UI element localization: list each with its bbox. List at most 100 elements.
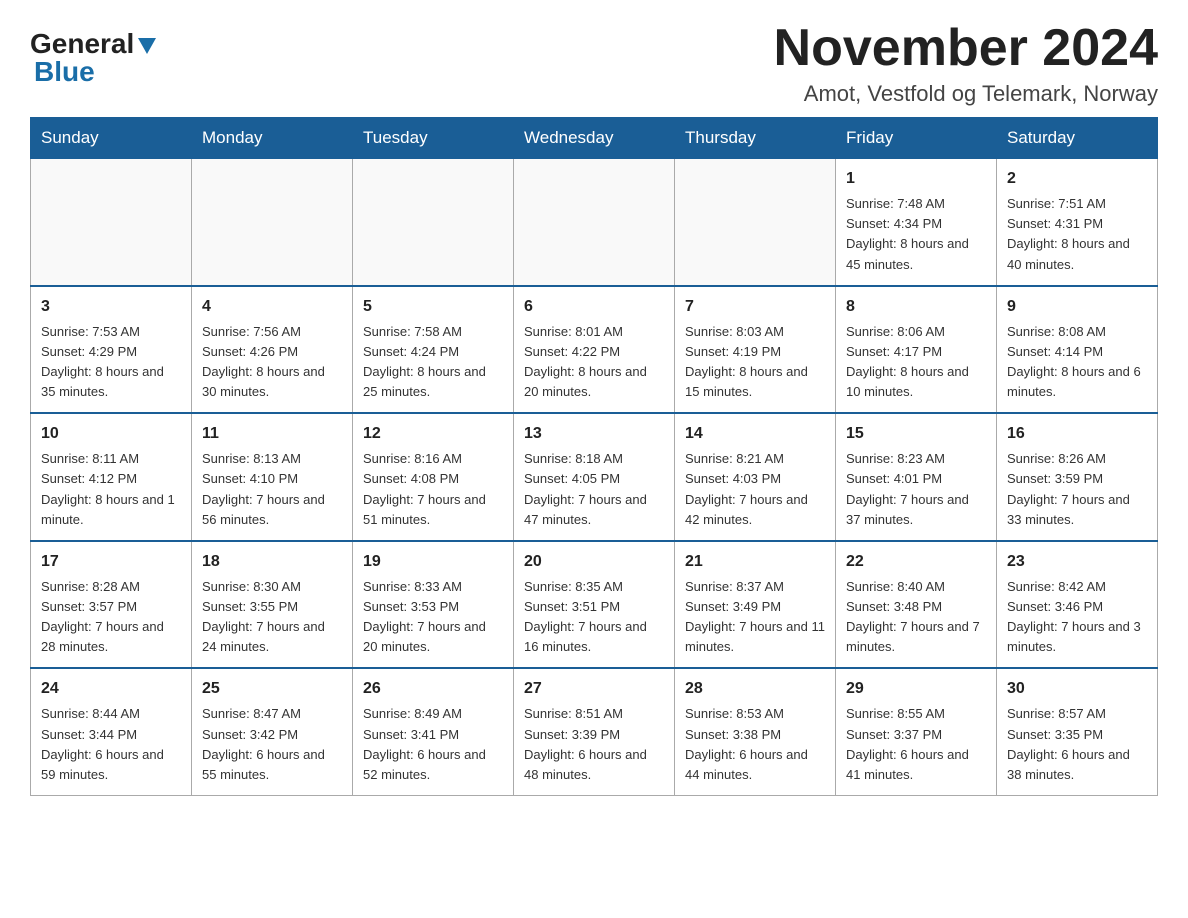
calendar-cell	[192, 159, 353, 286]
calendar-week-row: 10 Sunrise: 8:11 AMSunset: 4:12 PMDayligh…	[31, 413, 1158, 541]
calendar-week-row: 3 Sunrise: 7:53 AMSunset: 4:29 PMDaylight…	[31, 286, 1158, 414]
day-number: 14	[685, 422, 825, 446]
day-info: Sunrise: 8:47 AMSunset: 3:42 PMDaylight:…	[202, 706, 325, 781]
day-info: Sunrise: 8:57 AMSunset: 3:35 PMDaylight:…	[1007, 706, 1130, 781]
calendar-cell: 9 Sunrise: 8:08 AMSunset: 4:14 PMDaylight…	[997, 286, 1158, 414]
day-number: 24	[41, 677, 181, 701]
calendar-cell: 11 Sunrise: 8:13 AMSunset: 4:10 PMDayligh…	[192, 413, 353, 541]
day-info: Sunrise: 8:18 AMSunset: 4:05 PMDaylight:…	[524, 451, 647, 526]
day-info: Sunrise: 7:58 AMSunset: 4:24 PMDaylight:…	[363, 324, 486, 399]
calendar-cell: 29 Sunrise: 8:55 AMSunset: 3:37 PMDayligh…	[836, 668, 997, 795]
logo-general-text: General	[30, 30, 134, 58]
calendar-cell: 10 Sunrise: 8:11 AMSunset: 4:12 PMDayligh…	[31, 413, 192, 541]
day-info: Sunrise: 8:26 AMSunset: 3:59 PMDaylight:…	[1007, 451, 1130, 526]
day-info: Sunrise: 7:51 AMSunset: 4:31 PMDaylight:…	[1007, 196, 1130, 271]
calendar-cell: 26 Sunrise: 8:49 AMSunset: 3:41 PMDayligh…	[353, 668, 514, 795]
calendar-cell: 4 Sunrise: 7:56 AMSunset: 4:26 PMDaylight…	[192, 286, 353, 414]
day-number: 23	[1007, 550, 1147, 574]
day-number: 6	[524, 295, 664, 319]
day-number: 21	[685, 550, 825, 574]
page-header: General Blue November 2024 Amot, Vestfol…	[30, 20, 1158, 107]
day-info: Sunrise: 8:40 AMSunset: 3:48 PMDaylight:…	[846, 579, 980, 654]
day-info: Sunrise: 7:56 AMSunset: 4:26 PMDaylight:…	[202, 324, 325, 399]
calendar-cell: 27 Sunrise: 8:51 AMSunset: 3:39 PMDayligh…	[514, 668, 675, 795]
calendar-cell: 6 Sunrise: 8:01 AMSunset: 4:22 PMDaylight…	[514, 286, 675, 414]
day-info: Sunrise: 8:11 AMSunset: 4:12 PMDaylight:…	[41, 451, 175, 526]
day-info: Sunrise: 8:06 AMSunset: 4:17 PMDaylight:…	[846, 324, 969, 399]
day-info: Sunrise: 8:01 AMSunset: 4:22 PMDaylight:…	[524, 324, 647, 399]
calendar-cell: 15 Sunrise: 8:23 AMSunset: 4:01 PMDayligh…	[836, 413, 997, 541]
weekday-header-sunday: Sunday	[31, 118, 192, 159]
day-info: Sunrise: 7:48 AMSunset: 4:34 PMDaylight:…	[846, 196, 969, 271]
calendar-cell: 21 Sunrise: 8:37 AMSunset: 3:49 PMDayligh…	[675, 541, 836, 669]
day-number: 19	[363, 550, 503, 574]
weekday-header-wednesday: Wednesday	[514, 118, 675, 159]
day-info: Sunrise: 8:28 AMSunset: 3:57 PMDaylight:…	[41, 579, 164, 654]
day-info: Sunrise: 8:16 AMSunset: 4:08 PMDaylight:…	[363, 451, 486, 526]
day-number: 3	[41, 295, 181, 319]
logo: General Blue	[30, 30, 158, 86]
calendar-cell: 12 Sunrise: 8:16 AMSunset: 4:08 PMDayligh…	[353, 413, 514, 541]
calendar-cell: 30 Sunrise: 8:57 AMSunset: 3:35 PMDayligh…	[997, 668, 1158, 795]
day-number: 22	[846, 550, 986, 574]
day-number: 5	[363, 295, 503, 319]
day-info: Sunrise: 8:03 AMSunset: 4:19 PMDaylight:…	[685, 324, 808, 399]
weekday-header-thursday: Thursday	[675, 118, 836, 159]
weekday-header-monday: Monday	[192, 118, 353, 159]
day-number: 17	[41, 550, 181, 574]
day-number: 30	[1007, 677, 1147, 701]
calendar-cell	[675, 159, 836, 286]
day-number: 4	[202, 295, 342, 319]
day-info: Sunrise: 8:21 AMSunset: 4:03 PMDaylight:…	[685, 451, 808, 526]
calendar-cell: 2 Sunrise: 7:51 AMSunset: 4:31 PMDaylight…	[997, 159, 1158, 286]
day-number: 26	[363, 677, 503, 701]
day-number: 13	[524, 422, 664, 446]
day-number: 12	[363, 422, 503, 446]
calendar-cell: 25Sunrise: 8:47 AMSunset: 3:42 PMDayligh…	[192, 668, 353, 795]
day-number: 29	[846, 677, 986, 701]
calendar-cell: 13 Sunrise: 8:18 AMSunset: 4:05 PMDayligh…	[514, 413, 675, 541]
calendar-cell: 3 Sunrise: 7:53 AMSunset: 4:29 PMDaylight…	[31, 286, 192, 414]
calendar-cell: 19Sunrise: 8:33 AMSunset: 3:53 PMDayligh…	[353, 541, 514, 669]
weekday-header-tuesday: Tuesday	[353, 118, 514, 159]
day-number: 15	[846, 422, 986, 446]
day-info: Sunrise: 8:23 AMSunset: 4:01 PMDaylight:…	[846, 451, 969, 526]
calendar-cell: 7 Sunrise: 8:03 AMSunset: 4:19 PMDaylight…	[675, 286, 836, 414]
day-number: 11	[202, 422, 342, 446]
day-info: Sunrise: 8:08 AMSunset: 4:14 PMDaylight:…	[1007, 324, 1141, 399]
calendar-table: SundayMondayTuesdayWednesdayThursdayFrid…	[30, 117, 1158, 796]
day-info: Sunrise: 8:35 AMSunset: 3:51 PMDaylight:…	[524, 579, 647, 654]
day-info: Sunrise: 8:13 AMSunset: 4:10 PMDaylight:…	[202, 451, 325, 526]
calendar-cell: 20 Sunrise: 8:35 AMSunset: 3:51 PMDayligh…	[514, 541, 675, 669]
day-info: Sunrise: 8:44 AMSunset: 3:44 PMDaylight:…	[41, 706, 164, 781]
weekday-header-saturday: Saturday	[997, 118, 1158, 159]
calendar-cell	[31, 159, 192, 286]
weekday-header-friday: Friday	[836, 118, 997, 159]
day-info: Sunrise: 8:51 AMSunset: 3:39 PMDaylight:…	[524, 706, 647, 781]
weekday-header-row: SundayMondayTuesdayWednesdayThursdayFrid…	[31, 118, 1158, 159]
calendar-cell: 23Sunrise: 8:42 AMSunset: 3:46 PMDayligh…	[997, 541, 1158, 669]
calendar-cell: 14 Sunrise: 8:21 AMSunset: 4:03 PMDayligh…	[675, 413, 836, 541]
calendar-cell: 17 Sunrise: 8:28 AMSunset: 3:57 PMDayligh…	[31, 541, 192, 669]
calendar-cell	[514, 159, 675, 286]
day-number: 7	[685, 295, 825, 319]
day-number: 10	[41, 422, 181, 446]
calendar-cell: 24 Sunrise: 8:44 AMSunset: 3:44 PMDayligh…	[31, 668, 192, 795]
day-number: 2	[1007, 167, 1147, 191]
day-info: Sunrise: 8:37 AMSunset: 3:49 PMDaylight:…	[685, 579, 825, 654]
day-number: 20	[524, 550, 664, 574]
calendar-cell: 1Sunrise: 7:48 AMSunset: 4:34 PMDaylight…	[836, 159, 997, 286]
day-number: 8	[846, 295, 986, 319]
day-number: 27	[524, 677, 664, 701]
day-info: Sunrise: 8:53 AMSunset: 3:38 PMDaylight:…	[685, 706, 808, 781]
location-subtitle: Amot, Vestfold og Telemark, Norway	[774, 81, 1158, 107]
calendar-week-row: 1Sunrise: 7:48 AMSunset: 4:34 PMDaylight…	[31, 159, 1158, 286]
day-number: 9	[1007, 295, 1147, 319]
day-number: 18	[202, 550, 342, 574]
calendar-week-row: 17 Sunrise: 8:28 AMSunset: 3:57 PMDayligh…	[31, 541, 1158, 669]
logo-blue-text: Blue	[34, 58, 95, 86]
day-info: Sunrise: 8:49 AMSunset: 3:41 PMDaylight:…	[363, 706, 486, 781]
day-info: Sunrise: 8:55 AMSunset: 3:37 PMDaylight:…	[846, 706, 969, 781]
day-info: Sunrise: 7:53 AMSunset: 4:29 PMDaylight:…	[41, 324, 164, 399]
calendar-week-row: 24 Sunrise: 8:44 AMSunset: 3:44 PMDayligh…	[31, 668, 1158, 795]
